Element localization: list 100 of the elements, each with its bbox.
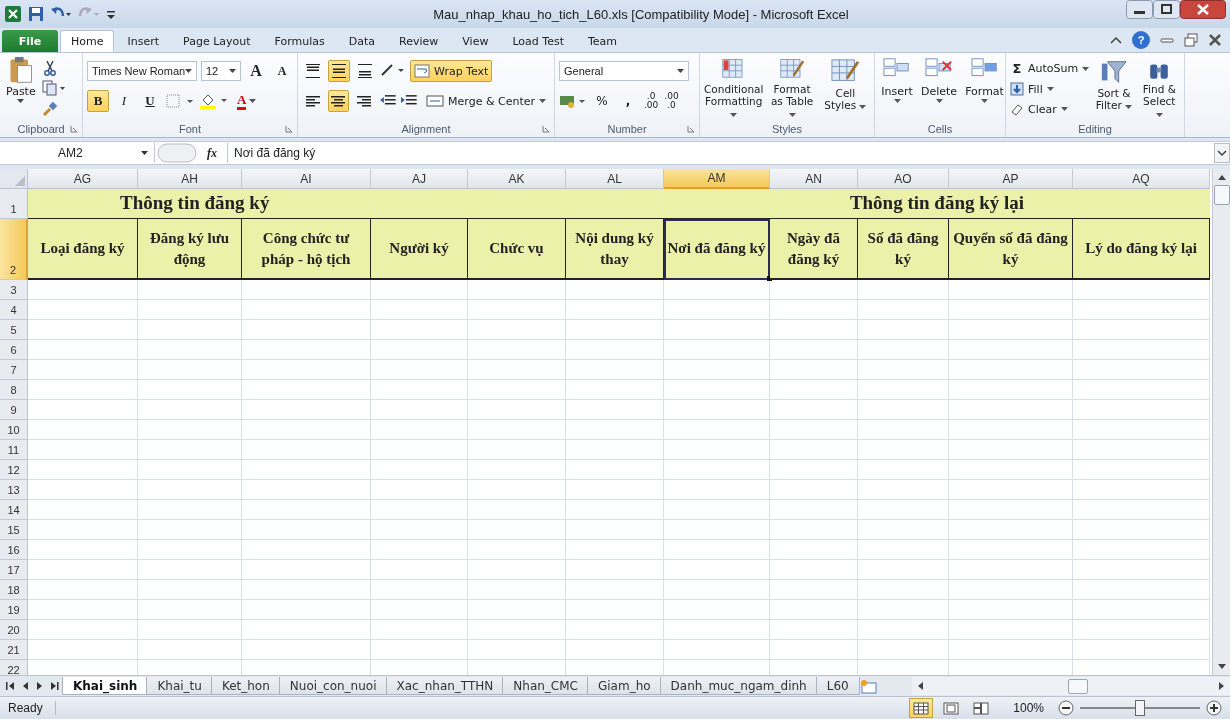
help-button[interactable]: ? [1132,31,1150,49]
empty-cell[interactable] [371,280,468,300]
insert-function-button[interactable]: fx [199,145,225,161]
column-header[interactable]: AM [664,169,770,189]
empty-cell[interactable] [566,400,664,420]
empty-cell[interactable] [858,520,949,540]
ribbon-tab[interactable]: Data [337,30,387,52]
empty-cell[interactable] [858,460,949,480]
row-header[interactable]: 4 [0,300,28,320]
empty-cell[interactable] [371,300,468,320]
number-format-dropdown[interactable]: General [559,61,689,81]
format-as-table-button[interactable]: Format as Table [767,56,817,121]
empty-cell[interactable] [949,620,1073,640]
empty-cell[interactable] [468,400,566,420]
scrollbar-thumb[interactable] [1068,678,1088,694]
row-header[interactable]: 10 [0,420,28,440]
empty-cell[interactable] [1073,580,1210,600]
font-color-button[interactable]: A [233,90,261,112]
empty-cell[interactable] [138,380,242,400]
empty-cell[interactable] [242,320,371,340]
zoom-out-icon[interactable] [1058,700,1074,716]
sheet-tab[interactable]: Ket_hon [210,677,281,695]
empty-cell[interactable] [770,440,858,460]
empty-cell[interactable] [664,320,770,340]
zoom-in-icon[interactable] [1206,700,1222,716]
up-arrow-icon[interactable] [1215,173,1228,181]
empty-cell[interactable] [242,340,371,360]
empty-cell[interactable] [242,300,371,320]
empty-cell[interactable] [468,440,566,460]
empty-cell[interactable] [242,580,371,600]
empty-cell[interactable] [242,520,371,540]
delete-cells-button[interactable]: Delete [919,56,960,121]
empty-cell[interactable] [664,640,770,660]
row-header[interactable]: 3 [0,280,28,300]
empty-cell[interactable] [566,280,664,300]
empty-cell[interactable] [664,560,770,580]
empty-cell[interactable] [242,620,371,640]
empty-cell[interactable] [1073,320,1210,340]
ribbon-tab[interactable]: View [451,30,500,52]
sheet-tab[interactable]: Nuoi_con_nuoi [278,677,388,695]
close-button[interactable] [1180,0,1226,19]
empty-cell[interactable] [138,280,242,300]
empty-cell[interactable] [242,280,371,300]
row-header[interactable]: 13 [0,480,28,500]
empty-cell[interactable] [664,460,770,480]
empty-cell[interactable] [770,520,858,540]
column-header[interactable]: AN [770,169,858,189]
ribbon-tab[interactable]: Load Test [501,30,575,52]
empty-cell[interactable] [770,280,858,300]
row-header[interactable]: 20 [0,620,28,640]
empty-cell[interactable] [1073,280,1210,300]
row-header[interactable]: 12 [0,460,28,480]
empty-cell[interactable] [858,640,949,660]
empty-cell[interactable] [664,380,770,400]
restore-button[interactable] [1153,0,1180,19]
empty-cell[interactable] [566,620,664,640]
empty-cell[interactable] [242,380,371,400]
empty-cell[interactable] [242,420,371,440]
save-icon[interactable] [28,6,44,22]
merge-center-button[interactable]: Merge & Center [422,90,550,112]
empty-cell[interactable] [664,520,770,540]
empty-cell[interactable] [468,500,566,520]
sheet-tab[interactable]: Xac_nhan_TTHN [385,677,505,695]
bold-button[interactable]: B [87,90,109,112]
empty-cell[interactable] [242,440,371,460]
empty-cell[interactable] [770,620,858,640]
empty-cell[interactable] [242,460,371,480]
empty-cell[interactable] [566,520,664,540]
column-header[interactable]: AK [468,169,566,189]
empty-cell[interactable] [949,640,1073,660]
autosum-button[interactable]: Σ AutoSum [1010,61,1090,76]
increase-decimal-button[interactable]: .0 .00 [643,92,660,110]
empty-cell[interactable] [770,600,858,620]
row-header[interactable]: 5 [0,320,28,340]
ribbon-tab[interactable]: Home [60,30,115,52]
row-header[interactable]: 6 [0,340,28,360]
normal-view-button[interactable] [909,698,934,718]
empty-cell[interactable] [664,400,770,420]
empty-cell[interactable] [858,560,949,580]
column-header[interactable]: AL [566,169,664,189]
empty-cell[interactable] [949,420,1073,440]
empty-cell[interactable] [566,480,664,500]
empty-cell[interactable] [371,340,468,360]
header-cell[interactable]: Chức vụ [468,219,566,280]
empty-cell[interactable] [1073,520,1210,540]
empty-cell[interactable] [664,600,770,620]
empty-cell[interactable] [1073,500,1210,520]
empty-cell[interactable] [371,320,468,340]
empty-cell[interactable] [371,440,468,460]
empty-cell[interactable] [371,500,468,520]
empty-cell[interactable] [371,540,468,560]
empty-cell[interactable] [858,540,949,560]
empty-cell[interactable] [468,380,566,400]
underline-button[interactable]: U [139,90,161,112]
empty-cell[interactable] [371,520,468,540]
empty-cell[interactable] [858,300,949,320]
empty-cell[interactable] [138,360,242,380]
empty-cell[interactable] [1073,540,1210,560]
empty-cell[interactable] [770,500,858,520]
empty-cell[interactable] [371,580,468,600]
